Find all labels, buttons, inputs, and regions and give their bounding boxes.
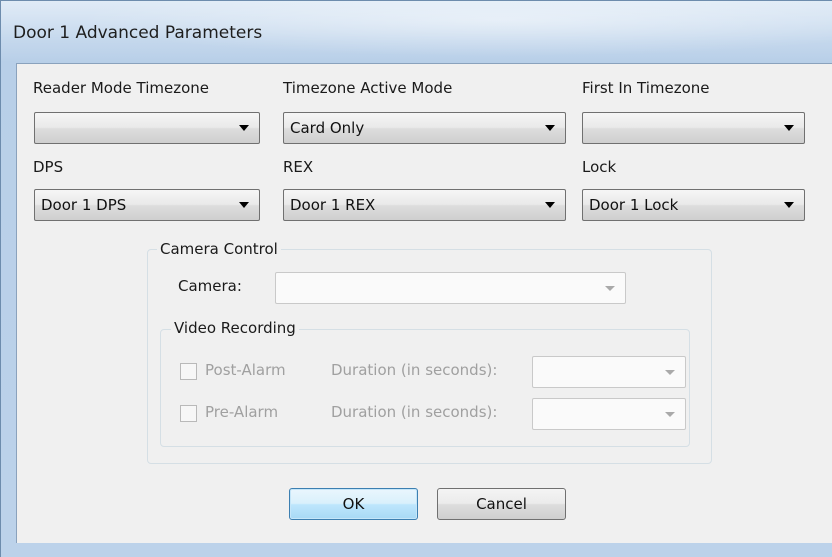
dropdown-arrow-icon [665,369,675,375]
camera-select[interactable] [275,272,626,304]
dialog-window: Door 1 Advanced Parameters Reader Mode T… [0,0,832,557]
timezone-active-mode-value: Card Only [290,119,365,137]
lock-select[interactable]: Door 1 Lock [582,189,805,221]
reader-mode-timezone-select[interactable] [34,112,260,144]
post-alarm-label: Post-Alarm [205,361,286,379]
dps-select[interactable]: Door 1 DPS [34,189,260,221]
first-in-timezone-select[interactable] [582,112,805,144]
timezone-active-mode-select[interactable]: Card Only [283,112,566,144]
post-alarm-checkbox[interactable] [180,363,197,380]
pre-alarm-duration-label: Duration (in seconds): [331,403,498,421]
pre-alarm-duration-select[interactable] [532,398,686,430]
pre-alarm-checkbox[interactable] [180,405,197,422]
rex-label: REX [283,158,314,176]
dropdown-arrow-icon [545,125,555,131]
lock-value: Door 1 Lock [589,196,679,214]
dropdown-arrow-icon [239,202,249,208]
dropdown-arrow-icon [784,125,794,131]
camera-label: Camera: [178,277,242,295]
dropdown-arrow-icon [605,285,615,291]
first-in-timezone-label: First In Timezone [582,79,710,97]
video-recording-title: Video Recording [171,319,299,337]
reader-mode-timezone-label: Reader Mode Timezone [33,79,209,97]
dps-label: DPS [33,158,64,176]
post-alarm-duration-label: Duration (in seconds): [331,361,498,379]
pre-alarm-label: Pre-Alarm [205,403,279,421]
post-alarm-duration-select[interactable] [532,356,686,388]
camera-control-title: Camera Control [157,240,281,258]
ok-button[interactable]: OK [289,488,418,520]
window-title: Door 1 Advanced Parameters [13,23,263,43]
dropdown-arrow-icon [784,202,794,208]
lock-label: Lock [582,158,617,176]
timezone-active-mode-label: Timezone Active Mode [283,79,453,97]
dialog-client-area: Reader Mode Timezone Timezone Active Mod… [16,63,832,543]
dropdown-arrow-icon [665,411,675,417]
dps-value: Door 1 DPS [41,196,127,214]
dropdown-arrow-icon [239,125,249,131]
cancel-button[interactable]: Cancel [437,488,566,520]
dropdown-arrow-icon [545,202,555,208]
rex-select[interactable]: Door 1 REX [283,189,566,221]
rex-value: Door 1 REX [290,196,376,214]
